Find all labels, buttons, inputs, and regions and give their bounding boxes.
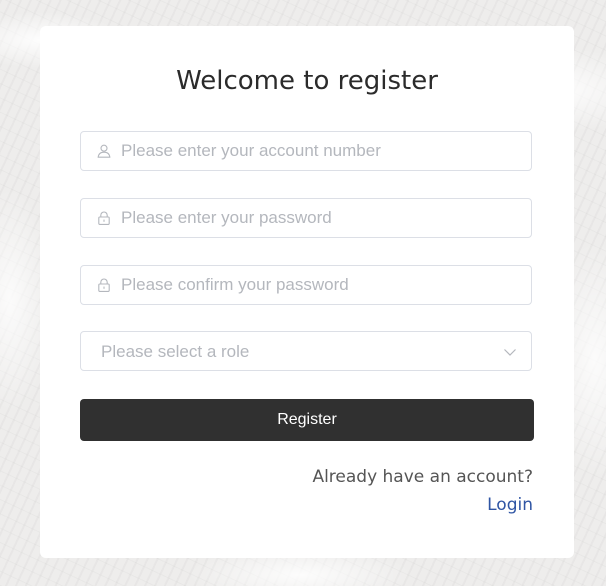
account-input[interactable]: [121, 132, 521, 170]
confirm-password-input[interactable]: [121, 266, 521, 304]
password-field[interactable]: [80, 198, 532, 238]
already-account-text: Already have an account?: [312, 467, 533, 487]
chevron-down-icon: [504, 349, 516, 356]
page-title: Welcome to register: [176, 66, 438, 96]
login-link[interactable]: Login: [487, 495, 533, 515]
password-input[interactable]: [121, 199, 521, 237]
account-field[interactable]: [80, 131, 532, 171]
register-card: Welcome to register Please select a role…: [40, 26, 574, 558]
role-select[interactable]: Please select a role: [80, 331, 532, 371]
role-select-placeholder: Please select a role: [101, 342, 250, 361]
lock-icon: [98, 278, 110, 292]
register-button[interactable]: Register: [80, 399, 534, 441]
lock-icon: [98, 211, 110, 225]
user-icon: [97, 144, 111, 158]
confirm-password-field[interactable]: [80, 265, 532, 305]
